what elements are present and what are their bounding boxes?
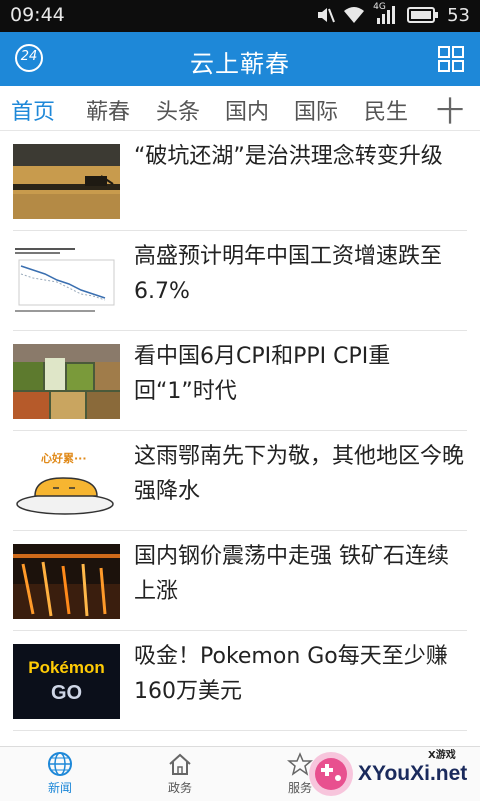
news-item[interactable]: 高盛预计明年中国工资增速跌至6.7% <box>0 231 480 331</box>
news-item[interactable]: 国内钢价震荡中走强 铁矿石连续上涨 <box>0 531 480 631</box>
news-thumbnail-chart <box>13 244 120 319</box>
nav-government[interactable]: 政务 <box>140 751 220 796</box>
status-bar: 09:44 4G 53 <box>0 0 480 32</box>
grid-icon <box>438 46 464 72</box>
wifi-icon <box>343 5 365 25</box>
divider <box>13 730 467 731</box>
news-thumbnail-gudetama: 心好累··· <box>13 444 120 519</box>
tab-home[interactable]: 首页 <box>11 94 55 126</box>
nav-government-label: 政务 <box>168 781 192 795</box>
add-tab-button[interactable]: 十 <box>436 90 464 130</box>
tab-headlines[interactable]: 头条 <box>156 94 200 126</box>
thumb-caption: 心好累··· <box>41 450 87 466</box>
home-icon <box>167 751 193 777</box>
watermark-brand: XYouXi.net <box>358 762 467 786</box>
news-title: 这雨鄂南先下为敬，其他地区今晚强降水 <box>134 439 469 509</box>
tab-qichun[interactable]: 蕲春 <box>86 94 130 126</box>
nav-news-label: 新闻 <box>48 781 72 795</box>
signal-icon: 4G <box>373 4 399 26</box>
status-icons: 4G 53 <box>315 4 470 26</box>
category-tabs: 首页 蕲春 头条 国内 国际 民生 十 <box>0 86 480 131</box>
mute-icon <box>315 5 335 25</box>
pokemon-go-text: GO <box>13 682 120 705</box>
news-thumbnail-market <box>13 344 120 419</box>
app-title: 云上蕲春 <box>0 44 480 79</box>
battery-icon <box>407 6 439 24</box>
app-bar: 24 云上蕲春 <box>0 32 480 86</box>
nav-news[interactable]: 新闻 <box>20 751 100 796</box>
pokemon-logo-text: Pokémon <box>13 658 120 678</box>
news-title: “破坑还湖”是治洪理念转变升级 <box>134 139 469 174</box>
status-time: 09:44 <box>10 4 65 26</box>
news-title: 高盛预计明年中国工资增速跌至6.7% <box>134 239 469 309</box>
battery-level: 53 <box>447 5 470 26</box>
watermark-small: X游戏 <box>428 746 456 761</box>
news-item[interactable]: “破坑还湖”是治洪理念转变升级 <box>0 131 480 231</box>
news-item[interactable]: 看中国6月CPI和PPI CPI重回“1”时代 <box>0 331 480 431</box>
news-thumbnail-pokemon: Pokémon GO <box>13 644 120 719</box>
news-title: 吸金！Pokemon Go每天至少赚160万美元 <box>134 639 469 709</box>
grid-menu-button[interactable] <box>438 46 464 72</box>
gamepad-logo-icon <box>304 748 358 798</box>
news-title: 国内钢价震荡中走强 铁矿石连续上涨 <box>134 539 469 609</box>
news-item[interactable]: 心好累··· 这雨鄂南先下为敬，其他地区今晚强降水 <box>0 431 480 531</box>
news-item[interactable]: Pokémon GO 吸金！Pokemon Go每天至少赚160万美元 <box>0 631 480 731</box>
news-title: 看中国6月CPI和PPI CPI重回“1”时代 <box>134 339 469 409</box>
news-thumbnail-lake <box>13 144 120 219</box>
globe-icon <box>47 751 73 777</box>
news-thumbnail-steel <box>13 544 120 619</box>
tab-livelihood[interactable]: 民生 <box>364 94 408 126</box>
tab-international[interactable]: 国际 <box>294 94 338 126</box>
site-watermark: X游戏 XYouXi.net <box>304 748 474 798</box>
tab-domestic[interactable]: 国内 <box>225 94 269 126</box>
